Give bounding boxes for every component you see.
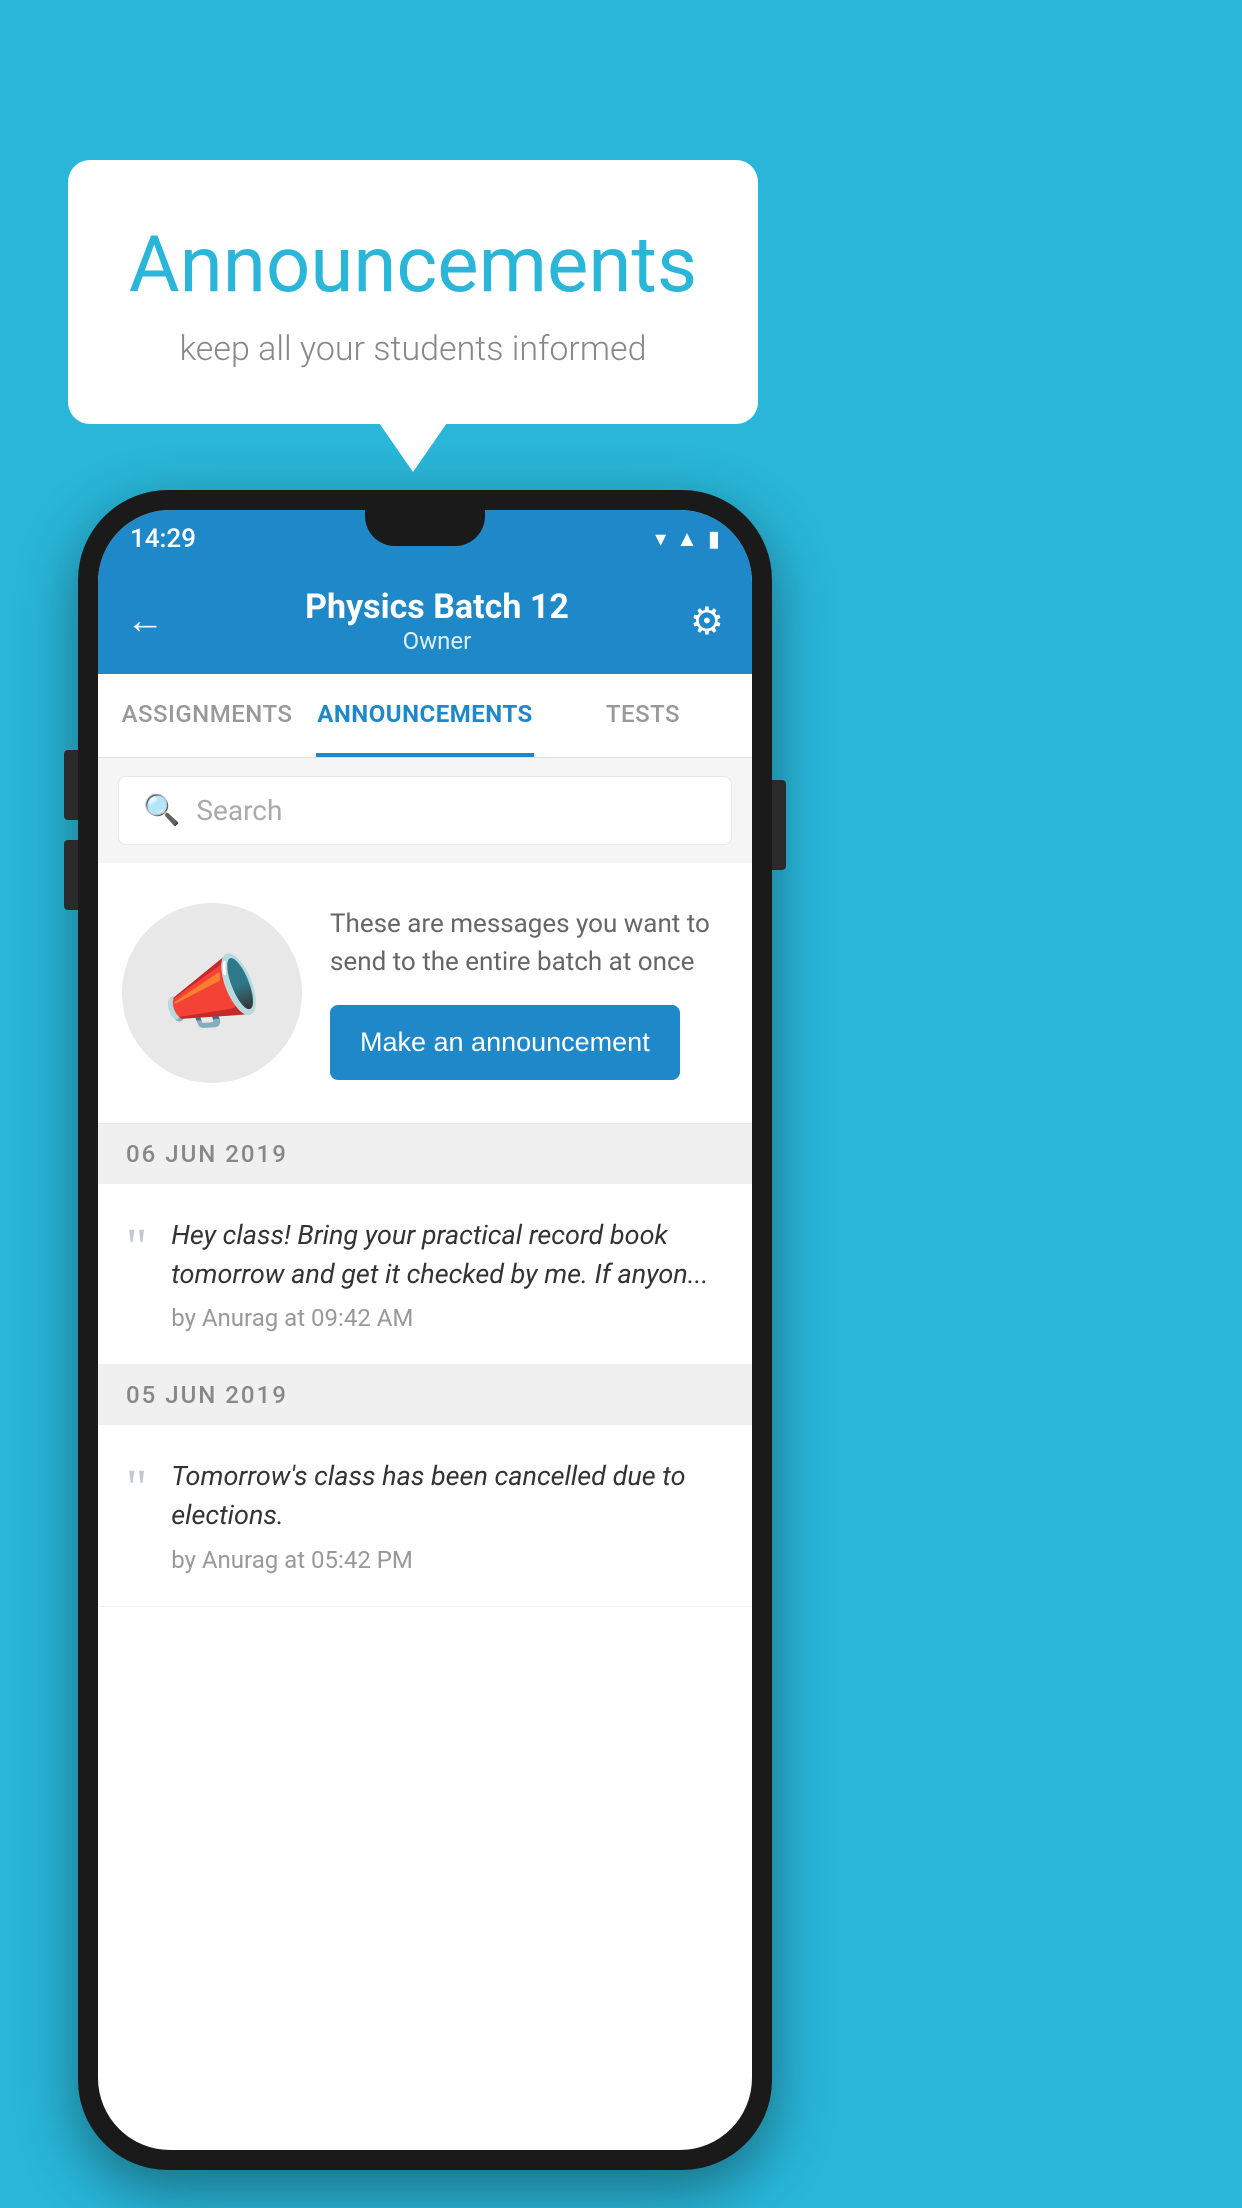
speech-bubble-subtitle: keep all your students informed — [118, 329, 708, 369]
wifi-icon: ▾ — [655, 527, 666, 552]
tabs-bar: ASSIGNMENTS ANNOUNCEMENTS TESTS — [98, 674, 752, 758]
tab-announcements[interactable]: ANNOUNCEMENTS — [316, 674, 534, 757]
speech-bubble-title: Announcements — [118, 220, 708, 311]
search-container: 🔍 Search — [98, 758, 752, 863]
status-time: 14:29 — [130, 524, 196, 554]
phone-notch — [365, 510, 485, 546]
battery-icon: ▮ — [708, 527, 720, 552]
volume-buttons — [64, 750, 78, 910]
power-button — [772, 780, 786, 870]
announcement-item-2[interactable]: " Tomorrow's class has been cancelled du… — [98, 1425, 752, 1606]
phone-screen: 14:29 ▾ ▲ ▮ ← Physics Batch 12 Owner ⚙ — [98, 510, 752, 2150]
announcement-meta-1: by Anurag at 09:42 AM — [171, 1304, 724, 1332]
app-bar: ← Physics Batch 12 Owner ⚙ — [98, 568, 752, 674]
megaphone-icon: 📣 — [162, 946, 262, 1040]
date-separator-2: 05 JUN 2019 — [98, 1365, 752, 1425]
app-bar-title-area: Physics Batch 12 Owner — [184, 587, 690, 655]
phone-outer: 14:29 ▾ ▲ ▮ ← Physics Batch 12 Owner ⚙ — [78, 490, 772, 2170]
announcement-promo: 📣 These are messages you want to send to… — [98, 863, 752, 1124]
back-button[interactable]: ← — [126, 599, 164, 643]
speech-bubble: Announcements keep all your students inf… — [68, 160, 758, 424]
announcement-content-2: Tomorrow's class has been cancelled due … — [171, 1457, 724, 1573]
announcement-text-2: Tomorrow's class has been cancelled due … — [171, 1457, 724, 1535]
app-bar-title: Physics Batch 12 — [184, 587, 690, 627]
announcement-content-1: Hey class! Bring your practical record b… — [171, 1216, 724, 1332]
promo-description: These are messages you want to send to t… — [330, 906, 728, 981]
settings-icon[interactable]: ⚙ — [690, 599, 724, 644]
tab-tests[interactable]: TESTS — [534, 674, 752, 757]
make-announcement-button[interactable]: Make an announcement — [330, 1005, 680, 1080]
quote-icon-1: " — [126, 1222, 147, 1274]
promo-right: These are messages you want to send to t… — [330, 906, 728, 1080]
phone-mockup: 14:29 ▾ ▲ ▮ ← Physics Batch 12 Owner ⚙ — [78, 490, 772, 2170]
announcement-meta-2: by Anurag at 05:42 PM — [171, 1546, 724, 1574]
tab-assignments[interactable]: ASSIGNMENTS — [98, 674, 316, 757]
app-bar-subtitle: Owner — [184, 627, 690, 655]
announcement-item-1[interactable]: " Hey class! Bring your practical record… — [98, 1184, 752, 1365]
announcement-text-1: Hey class! Bring your practical record b… — [171, 1216, 724, 1294]
date-separator-1: 06 JUN 2019 — [98, 1124, 752, 1184]
volume-up-button — [64, 750, 78, 820]
search-box[interactable]: 🔍 Search — [118, 776, 732, 845]
search-placeholder: Search — [196, 794, 282, 827]
signal-icon: ▲ — [676, 526, 698, 552]
search-icon: 🔍 — [143, 793, 180, 828]
volume-down-button — [64, 840, 78, 910]
speech-bubble-container: Announcements keep all your students inf… — [68, 160, 758, 424]
status-icons: ▾ ▲ ▮ — [655, 526, 720, 552]
quote-icon-2: " — [126, 1463, 147, 1515]
megaphone-circle: 📣 — [122, 903, 302, 1083]
